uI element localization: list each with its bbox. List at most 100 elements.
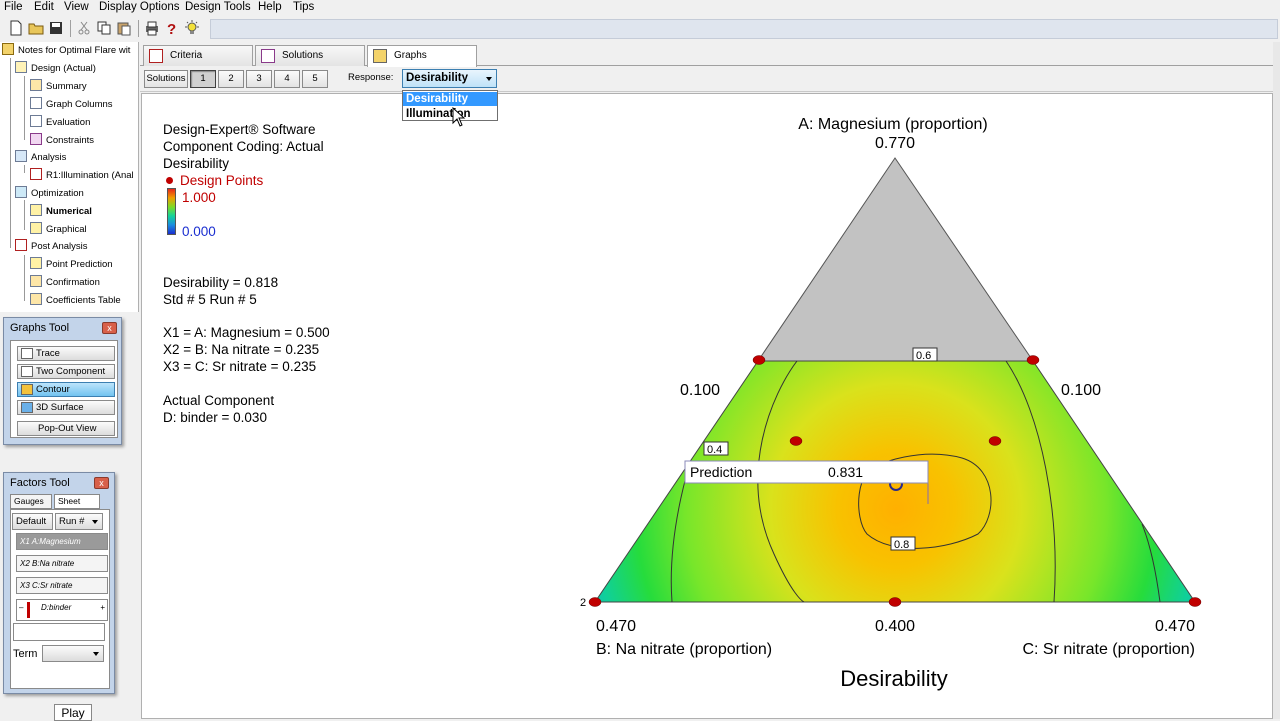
tree-item-graphical[interactable]: Graphical [30, 222, 87, 238]
apex-value-label: 0.770 [875, 135, 915, 152]
tab-gauges[interactable]: Gauges [10, 494, 52, 509]
response-select[interactable]: Desirability [402, 69, 497, 88]
tree-root-notes[interactable]: Notes for Optimal Flare wit [2, 43, 130, 59]
play-button[interactable]: Play [54, 704, 92, 721]
solution-2-button[interactable]: 2 [218, 70, 244, 88]
tree-item-post-analysis[interactable]: Post Analysis [15, 239, 88, 255]
factor-x3-sr-nitrate[interactable]: X3 C:Sr nitrate [16, 577, 108, 594]
chevron-down-icon [486, 77, 492, 81]
toolbar: ? [0, 17, 1280, 41]
tree-item-constraints[interactable]: Constraints [30, 133, 94, 149]
axis-b-label: B: Na nitrate (proportion) [596, 641, 772, 658]
graphs-tool-title: Graphs Tool [10, 322, 70, 334]
menu-design-tools[interactable]: Design Tools [185, 0, 251, 14]
tree-item-analysis[interactable]: Analysis [15, 150, 66, 166]
term-select[interactable] [42, 645, 104, 662]
solutions-button[interactable]: Solutions [144, 70, 188, 88]
contour-button[interactable]: Contour [17, 382, 115, 397]
prediction-label: Prediction [690, 464, 752, 480]
option-desirability[interactable]: Desirability [403, 92, 497, 106]
tree-item-graph-columns[interactable]: Graph Columns [30, 97, 113, 113]
design-point[interactable] [752, 355, 766, 365]
two-component-icon [21, 366, 33, 377]
cut-icon[interactable] [76, 20, 92, 36]
design-point[interactable] [789, 436, 803, 446]
bottom-left-value: 0.470 [596, 618, 636, 635]
tab-graphs[interactable]: Graphs [367, 45, 477, 67]
bottom-mid-value: 0.400 [875, 618, 915, 635]
menu-display-options[interactable]: Display Options [99, 0, 180, 14]
bottom-right-value: 0.470 [1155, 618, 1195, 635]
pop-out-view-button[interactable]: Pop-Out View [17, 421, 115, 436]
design-point[interactable] [588, 597, 602, 607]
design-point[interactable] [988, 436, 1002, 446]
scatter-icon [30, 97, 42, 109]
toolbar-strip [210, 19, 1278, 39]
design-point[interactable] [888, 597, 902, 607]
plot-title: Desirability [840, 666, 948, 691]
solutions-icon [261, 49, 275, 63]
tree-item-summary[interactable]: Summary [30, 79, 87, 95]
surface-icon [21, 402, 33, 413]
solution-4-button[interactable]: 4 [274, 70, 300, 88]
menu-tips[interactable]: Tips [293, 0, 314, 14]
two-component-button[interactable]: Two Component [17, 364, 115, 379]
left-edge-value: 0.100 [680, 382, 720, 399]
navigation-tree: Notes for Optimal Flare wit Design (Actu… [0, 42, 139, 312]
binder-slider[interactable]: – D:binder + [16, 599, 108, 621]
design-point[interactable] [1026, 355, 1040, 365]
folder-icon [2, 43, 14, 55]
response-dropdown-list: Desirability Illumination [402, 90, 498, 121]
option-illumination[interactable]: Illumination [403, 107, 497, 121]
optimization-icon [15, 186, 27, 198]
tips-lightbulb-icon[interactable] [184, 20, 200, 36]
tree-item-confirmation[interactable]: Confirmation [30, 275, 100, 291]
menu-edit[interactable]: Edit [34, 0, 54, 14]
factor-x1-magnesium[interactable]: X1 A:Magnesium [16, 533, 108, 550]
contour-icon [21, 384, 33, 395]
tree-item-numerical[interactable]: Numerical [30, 204, 92, 220]
solution-5-button[interactable]: 5 [302, 70, 328, 88]
constraints-icon [30, 133, 42, 145]
empty-field[interactable] [13, 623, 105, 641]
print-icon[interactable] [144, 20, 160, 36]
menu-view[interactable]: View [64, 0, 89, 14]
default-button[interactable]: Default [12, 513, 53, 530]
3d-surface-button[interactable]: 3D Surface [17, 400, 115, 415]
solution-1-button[interactable]: 1 [190, 70, 216, 88]
close-icon[interactable]: x [94, 477, 109, 489]
menu-file[interactable]: File [4, 0, 23, 14]
new-file-icon[interactable] [8, 20, 24, 36]
copy-icon[interactable] [96, 20, 112, 36]
tab-solutions[interactable]: Solutions [255, 45, 365, 66]
summary-icon [30, 79, 42, 91]
tree-item-coefficients-table[interactable]: Coefficients Table [30, 293, 121, 309]
help-icon[interactable]: ? [164, 20, 180, 36]
trace-button[interactable]: Trace [17, 346, 115, 361]
table-icon [30, 293, 42, 305]
factors-tool-title: Factors Tool [10, 477, 70, 489]
tree-item-optimization[interactable]: Optimization [15, 186, 84, 202]
graphs-icon [373, 49, 387, 63]
tab-criteria[interactable]: Criteria [143, 45, 253, 66]
svg-text:?: ? [167, 21, 176, 36]
graph-canvas: Design-Expert® Software Component Coding… [141, 93, 1273, 719]
tab-sheet[interactable]: Sheet [54, 494, 100, 509]
trace-icon [21, 348, 33, 359]
solution-3-button[interactable]: 3 [246, 70, 272, 88]
close-icon[interactable]: x [102, 322, 117, 334]
menu-bar: File Edit View Display Options Design To… [0, 0, 1280, 16]
factor-x2-na-nitrate[interactable]: X2 B:Na nitrate [16, 555, 108, 572]
run-number-select[interactable]: Run # [55, 513, 103, 530]
tree-item-point-prediction[interactable]: Point Prediction [30, 257, 113, 273]
open-folder-icon[interactable] [28, 20, 44, 36]
menu-help[interactable]: Help [258, 0, 282, 14]
paste-icon[interactable] [116, 20, 132, 36]
tree-item-r1-illumination[interactable]: R1:Illumination (Anal [30, 168, 134, 184]
save-icon[interactable] [48, 20, 64, 36]
vertical-scrollbar[interactable] [1273, 42, 1280, 719]
design-point[interactable] [1188, 597, 1202, 607]
tree-item-evaluation[interactable]: Evaluation [30, 115, 90, 131]
checklist-icon [15, 239, 27, 251]
tree-item-design[interactable]: Design (Actual) [15, 61, 96, 77]
